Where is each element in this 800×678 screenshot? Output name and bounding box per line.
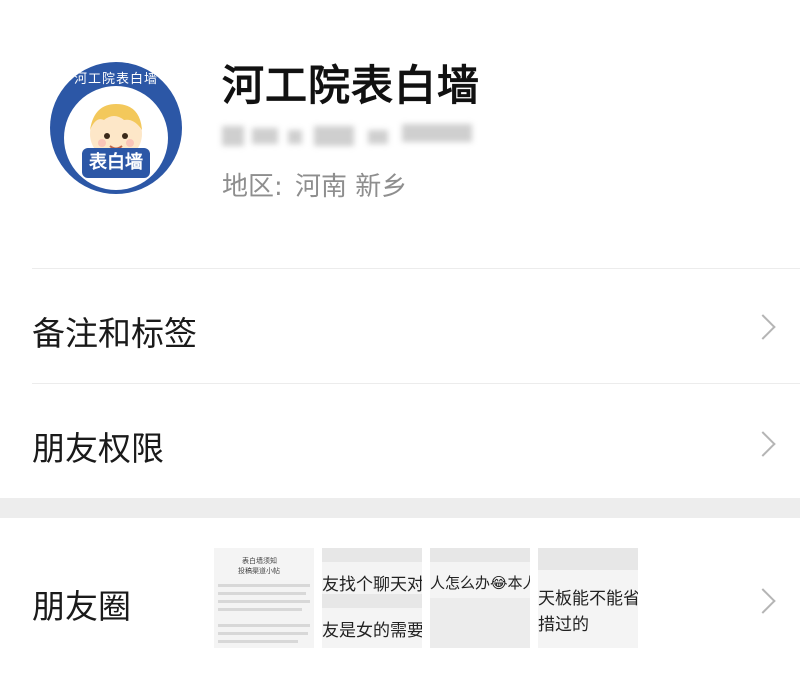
avatar-badge: 表白墙 (82, 148, 150, 178)
section-gap (0, 498, 800, 518)
avatar[interactable]: 河工院表白墙 表白墙 (50, 62, 182, 194)
chevron-right-icon (750, 314, 776, 340)
thumbnail-text: 人怎么办😂本人 (430, 574, 530, 592)
profile-name: 河工院表白墙 (222, 61, 481, 110)
moments-thumbnail[interactable]: 天板能不能省 措过的 (538, 548, 638, 648)
thumbnail-text: 措过的 (538, 615, 589, 635)
moments-thumbnail[interactable]: 人怎么办😂本人 (430, 548, 530, 648)
wechat-id-blurred (222, 118, 472, 152)
avatar-ring-text: 河工院表白墙 (73, 72, 158, 87)
moments-label: 朋友圈 (32, 587, 131, 626)
moments-thumbnail[interactable]: 友找个聊天对象 友是女的需要男的 (322, 548, 422, 648)
friend-permissions-row[interactable]: 朋友权限 (0, 384, 800, 498)
thumbnail-text: 友是女的需要男的 (322, 621, 422, 641)
region-label: 地区: (222, 172, 283, 202)
region-info: 地区: 河南 新乡 (222, 166, 407, 203)
thumbnail-text: 友找个聊天对象 (322, 575, 422, 595)
remarks-tags-label: 备注和标签 (32, 314, 197, 353)
region-value: 河南 新乡 (295, 172, 408, 202)
thumbnail-text: 天板能不能省 (538, 589, 638, 609)
thumbnail-text: 投稿渠道小帖 (238, 567, 280, 575)
avatar-illustration: 表白墙 (64, 86, 168, 190)
moments-thumbnails: 表白墙须知 投稿渠道小帖 友找个聊天对象 友是女的需要男的 人怎么办😂本人 天板… (214, 548, 644, 648)
profile-header: 河工院表白墙 表白墙 河工院表白墙 地区: 河南 新乡 (0, 0, 800, 268)
friend-permissions-label: 朋友权限 (32, 429, 164, 468)
thumbnail-text: 表白墙须知 (242, 557, 277, 565)
remarks-tags-row[interactable]: 备注和标签 (0, 269, 800, 383)
chevron-right-icon (750, 588, 776, 614)
moments-thumbnail[interactable]: 表白墙须知 投稿渠道小帖 (214, 548, 314, 648)
chevron-right-icon (750, 431, 776, 457)
